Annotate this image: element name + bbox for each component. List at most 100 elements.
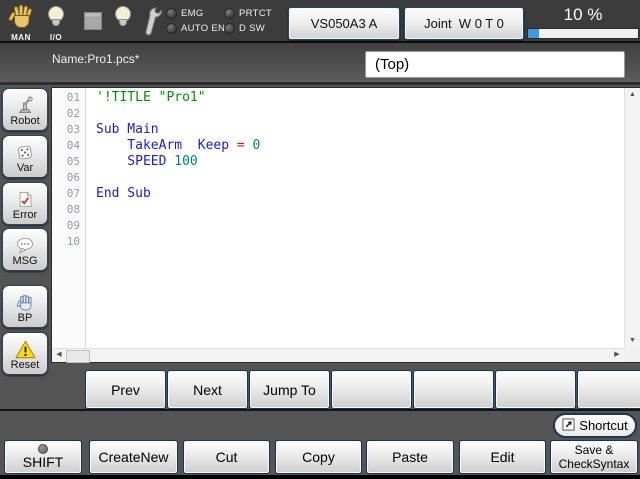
panel-separator: [0, 409, 640, 411]
dice-icon: [15, 142, 35, 162]
nav-button-empty[interactable]: [495, 370, 576, 409]
speed-progress-bar: [528, 29, 638, 38]
sidebar-item-label: Robot: [10, 115, 39, 128]
sidebar-item-label: Var: [17, 162, 33, 175]
shift-indicator-dot: [38, 444, 48, 454]
code-line: 10: [52, 234, 624, 250]
bottom-button-label: Edit: [490, 450, 514, 465]
indicator-prtct: PRTCT: [224, 8, 272, 19]
line-number: 05: [52, 154, 87, 170]
sidebar-item-reset[interactable]: Reset: [2, 332, 48, 375]
code-line: 03Sub Main: [52, 122, 624, 138]
sidebar-item-var[interactable]: Var: [2, 135, 48, 178]
horizontal-scroll-thumb[interactable]: [66, 350, 90, 363]
bottom-button-save-checksyntax[interactable]: Save & CheckSyntax: [550, 440, 638, 474]
nav-button-jump-to[interactable]: Jump To: [249, 370, 330, 409]
hand-breakpoint-icon: [16, 292, 34, 312]
shortcut-window-icon: [562, 418, 575, 434]
bottom-button-edit[interactable]: Edit: [459, 440, 546, 474]
indicator-label: PRTCT: [239, 8, 272, 19]
bottom-button-shift[interactable]: SHIFT: [4, 440, 82, 474]
vertical-scrollbar[interactable]: ▲ ▼: [624, 88, 640, 348]
scroll-up-icon[interactable]: ▲: [625, 89, 640, 101]
code-text: Sub Main: [87, 122, 159, 138]
code-line: 05 SPEED 100: [52, 154, 624, 170]
stop-square-icon: [84, 12, 102, 30]
code-text: [87, 234, 96, 250]
bottom-button-createnew[interactable]: CreateNew: [89, 440, 178, 474]
code-editor[interactable]: 01'!TITLE "Pro1"0203Sub Main04 TakeArm K…: [52, 88, 640, 362]
nav-button-prev[interactable]: Prev: [85, 370, 166, 409]
code-text: [87, 218, 96, 234]
led-icon: [224, 8, 235, 19]
code-text: [87, 106, 96, 122]
program-name: Name:Pro1.pcs*: [52, 52, 139, 66]
robot-arm-icon: [15, 95, 35, 115]
io-bulb-icon: [46, 5, 66, 34]
sidebar-item-label: Reset: [11, 359, 40, 372]
code-line: 09: [52, 218, 624, 234]
message-bubble-icon: [15, 235, 35, 255]
top-status-bar: MAN I/O VS050A3 A Joint W 0 T 0 10 % EMG…: [0, 0, 640, 43]
code-line: 08: [52, 202, 624, 218]
nav-button-next[interactable]: Next: [167, 370, 248, 409]
code-line: 01'!TITLE "Pro1": [52, 90, 624, 106]
line-number: 01: [52, 90, 87, 106]
hand-man-icon: [8, 4, 34, 34]
maintenance-wrench-icon: [142, 6, 164, 36]
shortcut-label: Shortcut: [579, 418, 627, 433]
nav-button-empty[interactable]: [331, 370, 412, 409]
code-line: 07End Sub: [52, 186, 624, 202]
bottom-button-copy[interactable]: Copy: [275, 440, 362, 474]
io-lamp-indicator: I/O: [46, 5, 66, 42]
bottom-button-label: Save & CheckSyntax: [559, 443, 630, 471]
code-line: 06: [52, 170, 624, 186]
scroll-right-icon[interactable]: ▶: [612, 349, 622, 361]
code-lines: 01'!TITLE "Pro1"0203Sub Main04 TakeArm K…: [52, 90, 624, 250]
line-number: 08: [52, 202, 87, 218]
shortcut-button[interactable]: Shortcut: [553, 413, 637, 438]
line-number: 04: [52, 138, 87, 154]
code-line: 02: [52, 106, 624, 122]
code-text: [87, 170, 96, 186]
line-number: 10: [52, 234, 87, 250]
scroll-left-icon[interactable]: ◀: [54, 349, 64, 361]
code-text: [87, 202, 96, 218]
scroll-down-icon[interactable]: ▼: [625, 335, 640, 347]
man-label: MAN: [11, 33, 31, 42]
line-number: 06: [52, 170, 87, 186]
nav-button-empty[interactable]: [577, 370, 640, 409]
error-log-icon: [16, 189, 34, 209]
sidebar-item-label: Error: [13, 209, 37, 222]
cursor-position-display[interactable]: (Top): [365, 51, 625, 78]
sidebar-item-msg[interactable]: MSG: [2, 228, 48, 271]
horizontal-scrollbar[interactable]: ◀ ▶: [52, 348, 624, 362]
sidebar-item-bp[interactable]: BP: [2, 285, 48, 328]
indicator-auto-en: AUTO EN: [166, 23, 225, 34]
io-label: I/O: [50, 33, 62, 42]
coordinate-mode-button[interactable]: Joint W 0 T 0: [404, 7, 524, 40]
code-line: 04 TakeArm Keep = 0: [52, 138, 624, 154]
nav-button-empty[interactable]: [413, 370, 494, 409]
warning-reset-icon: [15, 339, 36, 359]
scrollbar-corner: [624, 348, 640, 362]
program-title-bar: Name:Pro1.pcs* (Top): [0, 43, 640, 85]
sidebar-item-robot[interactable]: Robot: [2, 88, 48, 131]
bottom-button-paste[interactable]: Paste: [366, 440, 454, 474]
bottom-edge: [0, 475, 640, 479]
code-text: End Sub: [87, 186, 151, 202]
line-number: 07: [52, 186, 87, 202]
bottom-button-cut[interactable]: Cut: [183, 440, 270, 474]
sidebar-item-error[interactable]: Error: [2, 182, 48, 225]
robot-type-button[interactable]: VS050A3 A: [288, 7, 400, 40]
code-text: SPEED 100: [87, 154, 198, 170]
code-text: '!TITLE "Pro1": [87, 90, 206, 106]
manual-mode-indicator: MAN: [8, 4, 34, 42]
bottom-button-label: Copy: [302, 450, 335, 465]
sidebar-item-label: BP: [18, 312, 33, 325]
line-number: 09: [52, 218, 87, 234]
led-icon: [166, 23, 177, 34]
bottom-button-label: SHIFT: [23, 455, 63, 470]
led-icon: [166, 8, 177, 19]
bottom-button-label: CreateNew: [98, 450, 168, 465]
